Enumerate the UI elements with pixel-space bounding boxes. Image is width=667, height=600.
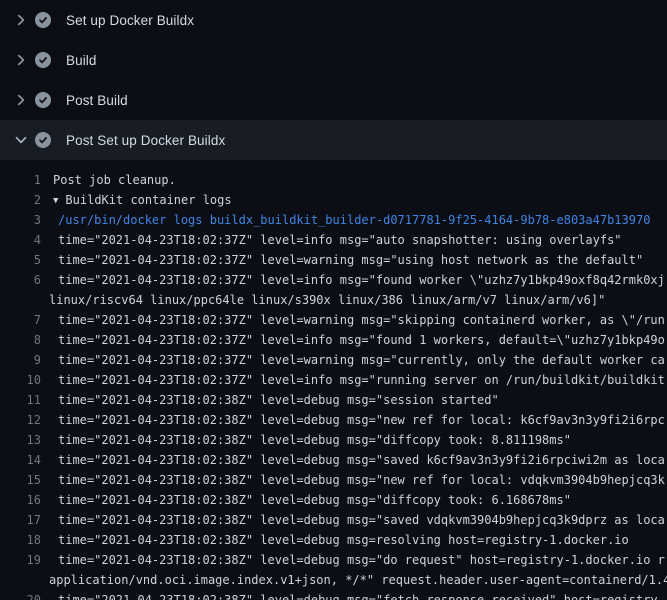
log-row: 19 time="2021-04-23T18:02:38Z" level=deb… [0,550,667,570]
log-row: linux/riscv64 linux/ppc64le linux/s390x … [0,290,667,310]
log-row: 13 time="2021-04-23T18:02:38Z" level=deb… [0,430,667,450]
step-row[interactable]: Post Build [0,80,667,120]
line-number[interactable]: 8 [0,330,41,350]
log-row: 15 time="2021-04-23T18:02:38Z" level=deb… [0,470,667,490]
line-number[interactable]: 20 [0,590,41,600]
line-number[interactable]: 18 [0,530,41,550]
log-text: time="2021-04-23T18:02:38Z" level=debug … [58,470,665,490]
log-row: 8 time="2021-04-23T18:02:37Z" level=info… [0,330,667,350]
group-toggle-icon[interactable]: ▼ [53,191,58,210]
log-row: 14 time="2021-04-23T18:02:38Z" level=deb… [0,450,667,470]
step-row[interactable]: Set up Docker Buildx [0,0,667,40]
log-row: 12 time="2021-04-23T18:02:38Z" level=deb… [0,410,667,430]
command-text: /usr/bin/docker logs buildx_buildkit_bui… [58,210,650,230]
log-row: 2 ▼ BuildKit container logs [0,190,667,210]
line-number[interactable]: 16 [0,490,41,510]
log-text: time="2021-04-23T18:02:38Z" level=debug … [58,510,665,530]
log-row: 6 time="2021-04-23T18:02:37Z" level=info… [0,270,667,290]
line-number[interactable]: 5 [0,250,41,270]
step-row[interactable]: Post Set up Docker Buildx [0,120,667,160]
log-row: 1 Post job cleanup. [0,170,667,190]
log-text: time="2021-04-23T18:02:37Z" level=warnin… [58,310,665,330]
log-text: time="2021-04-23T18:02:38Z" level=debug … [58,430,571,450]
step-name: Build [66,53,97,68]
log-row: 11 time="2021-04-23T18:02:38Z" level=deb… [0,390,667,410]
line-number[interactable]: 2 [0,190,41,210]
check-circle-icon [35,132,51,148]
log-row: application/vnd.oci.image.index.v1+json,… [0,570,667,590]
chevron-right-icon[interactable] [13,12,29,28]
log-row: 20 time="2021-04-23T18:02:38Z" level=deb… [0,590,667,600]
log-text: time="2021-04-23T18:02:38Z" level=debug … [58,550,665,570]
line-number[interactable]: 13 [0,430,41,450]
log-row: 18 time="2021-04-23T18:02:38Z" level=deb… [0,530,667,550]
line-number[interactable]: 7 [0,310,41,330]
log-text: time="2021-04-23T18:02:38Z" level=debug … [58,530,629,550]
log-text: time="2021-04-23T18:02:38Z" level=debug … [58,490,571,510]
log-text: time="2021-04-23T18:02:37Z" level=info m… [58,330,665,350]
line-number[interactable]: 14 [0,450,41,470]
line-number[interactable]: 9 [0,350,41,370]
log-text: time="2021-04-23T18:02:37Z" level=info m… [58,270,665,290]
line-number[interactable]: 15 [0,470,41,490]
step-row[interactable]: Build [0,40,667,80]
log-row: 16 time="2021-04-23T18:02:38Z" level=deb… [0,490,667,510]
step-name: Post Build [66,93,128,108]
log-area: 1 Post job cleanup. 2 ▼ BuildKit containe… [0,160,667,600]
line-number[interactable]: 10 [0,370,41,390]
log-text: linux/riscv64 linux/ppc64le linux/s390x … [49,290,605,310]
log-row: 9 time="2021-04-23T18:02:37Z" level=warn… [0,350,667,370]
log-text: ▼ BuildKit container logs [53,190,232,210]
log-row: 4 time="2021-04-23T18:02:37Z" level=info… [0,230,667,250]
chevron-right-icon[interactable] [13,92,29,108]
line-number[interactable]: 1 [0,170,41,190]
log-text: time="2021-04-23T18:02:38Z" level=debug … [58,590,665,600]
group-title: BuildKit container logs [65,193,231,207]
log-row: 3 /usr/bin/docker logs buildx_buildkit_b… [0,210,667,230]
line-number[interactable]: 4 [0,230,41,250]
log-text: time="2021-04-23T18:02:37Z" level=info m… [58,370,665,390]
line-number[interactable]: 3 [0,210,41,230]
log-text: time="2021-04-23T18:02:38Z" level=debug … [58,410,665,430]
check-circle-icon [35,52,51,68]
log-row: 5 time="2021-04-23T18:02:37Z" level=warn… [0,250,667,270]
log-text: time="2021-04-23T18:02:37Z" level=warnin… [58,350,665,370]
steps-list: Set up Docker Buildx Build Post Build [0,0,667,160]
log-row: 17 time="2021-04-23T18:02:38Z" level=deb… [0,510,667,530]
log-text: time="2021-04-23T18:02:38Z" level=debug … [58,450,665,470]
log-text: Post job cleanup. [53,170,176,190]
check-circle-icon [35,12,51,28]
log-text: time="2021-04-23T18:02:37Z" level=info m… [58,230,622,250]
line-number[interactable]: 17 [0,510,41,530]
step-name: Set up Docker Buildx [66,13,194,28]
chevron-right-icon[interactable] [13,52,29,68]
log-row: 7 time="2021-04-23T18:02:37Z" level=warn… [0,310,667,330]
log-text: time="2021-04-23T18:02:38Z" level=debug … [58,390,499,410]
log-text: time="2021-04-23T18:02:37Z" level=warnin… [58,250,643,270]
line-number[interactable]: 11 [0,390,41,410]
log-row: 10 time="2021-04-23T18:02:37Z" level=inf… [0,370,667,390]
log-text: application/vnd.oci.image.index.v1+json,… [49,570,667,590]
line-number[interactable]: 19 [0,550,41,570]
check-circle-icon [35,92,51,108]
line-number[interactable]: 6 [0,270,41,290]
actions-log-viewer: Set up Docker Buildx Build Post Build [0,0,667,600]
step-name: Post Set up Docker Buildx [66,133,225,148]
line-number[interactable]: 12 [0,410,41,430]
chevron-down-icon[interactable] [13,132,29,148]
